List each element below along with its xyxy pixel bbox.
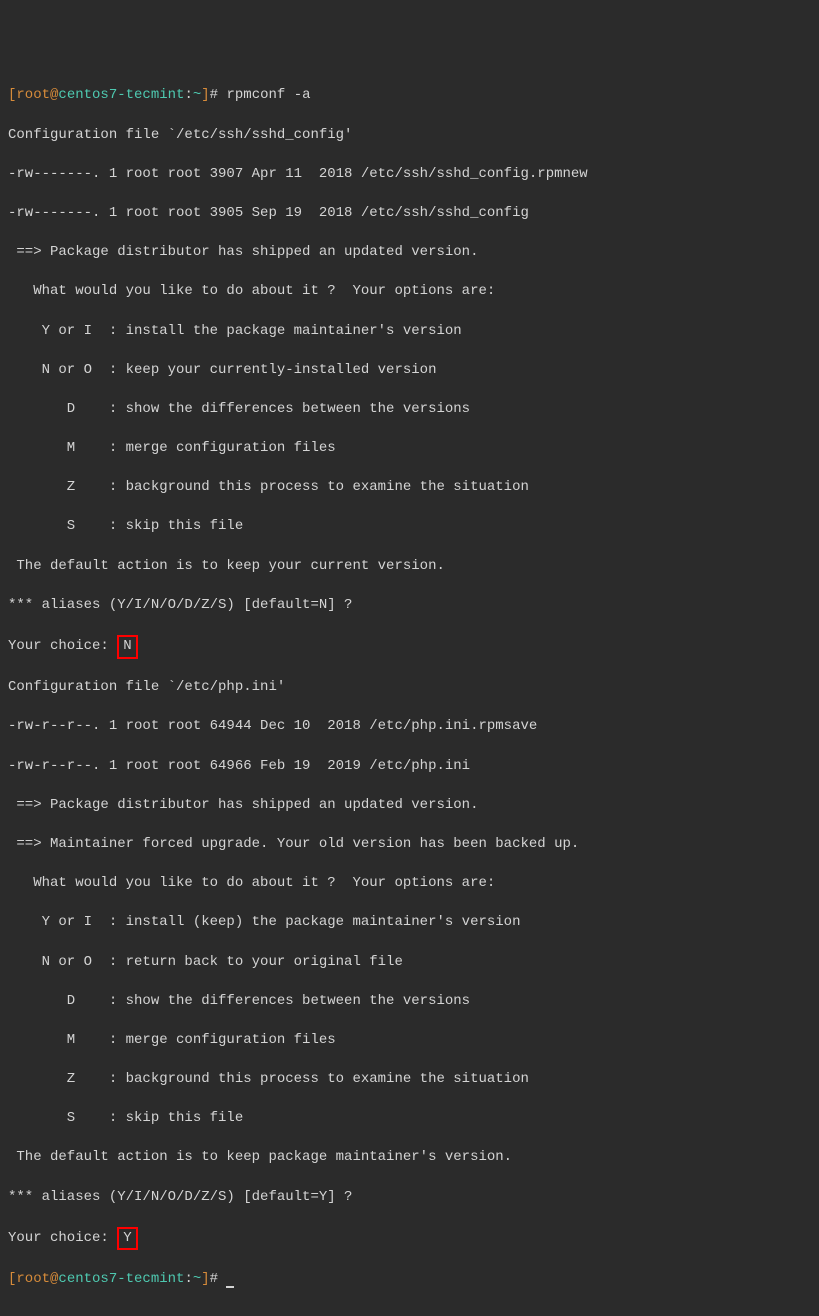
bracket-open: [	[8, 1271, 16, 1287]
output-line: M : merge configuration files	[8, 1031, 811, 1051]
output-line: What would you like to do about it ? You…	[8, 282, 811, 302]
output-line: N or O : return back to your original fi…	[8, 953, 811, 973]
output-line: ==> Maintainer forced upgrade. Your old …	[8, 835, 811, 855]
choice-prefix: Your choice:	[8, 638, 117, 654]
cursor-icon	[226, 1286, 234, 1288]
command: rpmconf -a	[226, 87, 310, 103]
prompt-line-1[interactable]: [root@centos7-tecmint:~]# rpmconf -a	[8, 86, 811, 106]
output-line: Configuration file `/etc/ssh/sshd_config…	[8, 126, 811, 146]
path: ~	[193, 1271, 201, 1287]
output-line: What would you like to do about it ? You…	[8, 874, 811, 894]
choice-line-2[interactable]: Your choice: Y	[8, 1227, 811, 1251]
output-line: S : skip this file	[8, 1109, 811, 1129]
output-line: D : show the differences between the ver…	[8, 992, 811, 1012]
choice-input-n: N	[117, 635, 137, 659]
choice-line-1[interactable]: Your choice: N	[8, 635, 811, 659]
host: centos7-tecmint	[58, 1271, 184, 1287]
output-line: -rw-------. 1 root root 3907 Apr 11 2018…	[8, 165, 811, 185]
output-line: M : merge configuration files	[8, 439, 811, 459]
colon: :	[184, 1271, 192, 1287]
host: centos7-tecmint	[58, 87, 184, 103]
output-line: ==> Package distributor has shipped an u…	[8, 796, 811, 816]
at: @	[50, 1271, 58, 1287]
output-line: The default action is to keep package ma…	[8, 1148, 811, 1168]
output-line: *** aliases (Y/I/N/O/D/Z/S) [default=N] …	[8, 596, 811, 616]
output-line: Y or I : install the package maintainer'…	[8, 322, 811, 342]
output-line: Y or I : install (keep) the package main…	[8, 913, 811, 933]
output-line: Z : background this process to examine t…	[8, 1070, 811, 1090]
colon: :	[184, 87, 192, 103]
prompt-line-2[interactable]: [root@centos7-tecmint:~]#	[8, 1270, 811, 1290]
hash: #	[210, 1271, 227, 1287]
output-line: The default action is to keep your curre…	[8, 557, 811, 577]
output-line: -rw-r--r--. 1 root root 64944 Dec 10 201…	[8, 717, 811, 737]
bracket-close: ]	[201, 87, 209, 103]
output-line: ==> Package distributor has shipped an u…	[8, 243, 811, 263]
output-line: N or O : keep your currently-installed v…	[8, 361, 811, 381]
output-line: -rw-r--r--. 1 root root 64966 Feb 19 201…	[8, 757, 811, 777]
output-line: -rw-------. 1 root root 3905 Sep 19 2018…	[8, 204, 811, 224]
user: root	[16, 1271, 50, 1287]
output-line: Z : background this process to examine t…	[8, 478, 811, 498]
output-line: Configuration file `/etc/php.ini'	[8, 678, 811, 698]
bracket-close: ]	[201, 1271, 209, 1287]
output-line: S : skip this file	[8, 517, 811, 537]
output-line: D : show the differences between the ver…	[8, 400, 811, 420]
hash: #	[210, 87, 227, 103]
path: ~	[193, 87, 201, 103]
user: root	[16, 87, 50, 103]
choice-input-y: Y	[117, 1227, 137, 1251]
output-line: *** aliases (Y/I/N/O/D/Z/S) [default=Y] …	[8, 1188, 811, 1208]
choice-prefix: Your choice:	[8, 1230, 117, 1246]
